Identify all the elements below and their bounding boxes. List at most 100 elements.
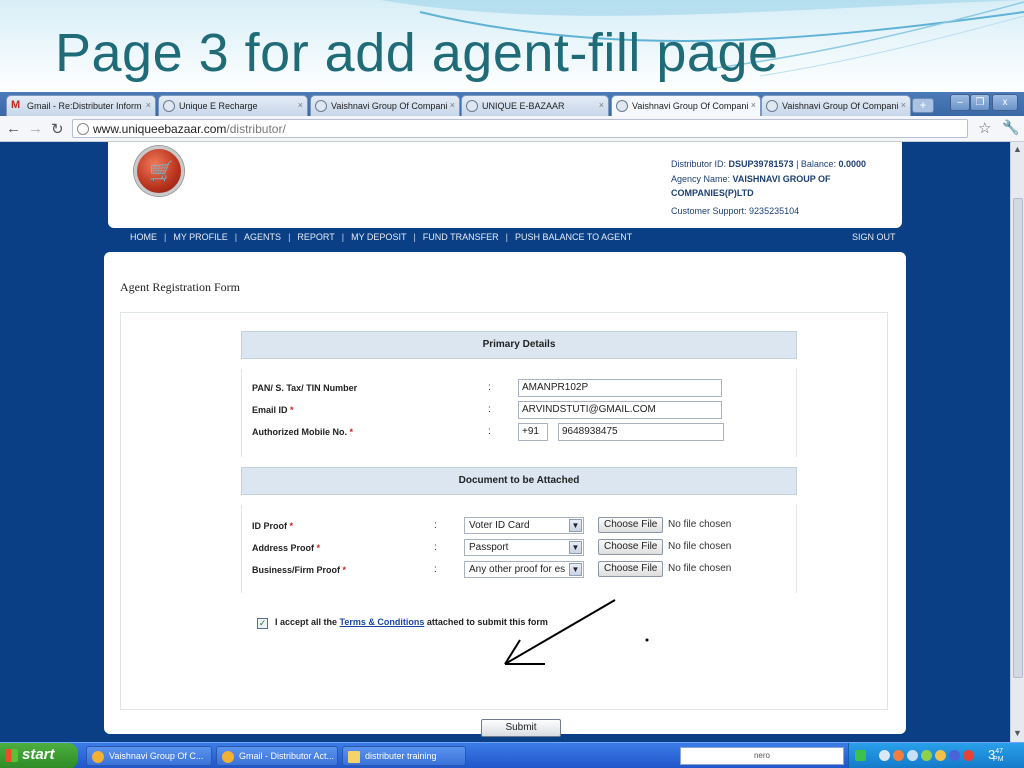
email-input[interactable]: ARVINDSTUTI@GMAIL.COM: [518, 401, 722, 419]
required-mark: *: [349, 427, 354, 437]
tray-app-icon[interactable]: [949, 750, 960, 761]
submit-button[interactable]: Submit: [481, 719, 561, 737]
tray-antivirus-icon[interactable]: [963, 750, 974, 761]
business-proof-choose-file-button[interactable]: Choose File: [598, 561, 664, 577]
tray-app-icon[interactable]: [907, 750, 918, 761]
url-host: www.uniqueebazaar.com: [93, 122, 227, 136]
wrench-icon[interactable]: 🔧: [1002, 119, 1019, 136]
taskbar-item-folder[interactable]: distributer training: [342, 746, 466, 766]
close-icon[interactable]: ×: [751, 100, 756, 110]
nav-fund-transfer[interactable]: FUND TRANSFER: [423, 232, 499, 242]
colon: :: [434, 520, 437, 531]
tab-unique-recharge[interactable]: Unique E Recharge ×: [158, 95, 308, 116]
nav-push-balance[interactable]: PUSH BALANCE TO AGENT: [515, 232, 632, 242]
tab-vaishnavi-2[interactable]: Vaishnavi Group Of Compani ×: [761, 95, 911, 116]
nav-my-deposit[interactable]: MY DEPOSIT: [351, 232, 406, 242]
pan-label: PAN/ S. Tax/ TIN Number: [252, 383, 358, 393]
tab-unique-ebazaar[interactable]: UNIQUE E-BAZAAR ×: [461, 95, 609, 116]
scrollbar-thumb[interactable]: [1013, 198, 1023, 678]
tab-gmail[interactable]: M Gmail - Re:Distributer Inform ×: [6, 95, 156, 116]
start-button[interactable]: start: [0, 743, 78, 768]
required-mark: *: [290, 405, 294, 415]
tray-arrow-icon[interactable]: [855, 750, 866, 761]
primary-details-section: PAN/ S. Tax/ TIN Number : AMANPR102P Ema…: [241, 369, 797, 457]
colon: :: [488, 382, 491, 393]
tab-label: Unique E Recharge: [179, 101, 258, 111]
documents-header: Document to be Attached: [241, 467, 797, 495]
nav-agents[interactable]: AGENTS: [244, 232, 281, 242]
scroll-up-icon[interactable]: ▲: [1013, 144, 1022, 154]
chrome-icon: [92, 751, 104, 763]
sign-out-link[interactable]: SIGN OUT: [852, 232, 896, 242]
tab-label: UNIQUE E-BAZAAR: [482, 101, 565, 111]
new-tab-button[interactable]: +: [912, 98, 934, 113]
bookmark-star-icon[interactable]: ☆: [978, 119, 991, 137]
support-phone: 9235235104: [749, 206, 800, 216]
agent-registration-card: Agent Registration Form Primary Details …: [104, 252, 906, 737]
chevron-down-icon: ▼: [569, 519, 582, 532]
nav-my-profile[interactable]: MY PROFILE: [173, 232, 227, 242]
mobile-input[interactable]: 9648938475: [558, 423, 724, 441]
close-icon[interactable]: ×: [298, 100, 303, 110]
id-proof-select[interactable]: Voter ID Card ▼: [464, 517, 584, 534]
back-arrow-icon[interactable]: ←: [6, 120, 21, 137]
globe-icon: [766, 100, 778, 112]
site-header: 🛒 Distributor ID: DSUP39781573 | Balance…: [108, 142, 902, 228]
email-label-text: Email ID: [252, 405, 288, 415]
close-icon[interactable]: ×: [901, 100, 906, 110]
nero-label: nero: [753, 751, 770, 760]
business-proof-select[interactable]: Any other proof for es ▼: [464, 561, 584, 578]
nero-search-box[interactable]: nero: [680, 747, 844, 765]
tray-app-icon[interactable]: [935, 750, 946, 761]
vertical-scrollbar[interactable]: ▲ ▼: [1010, 142, 1024, 742]
close-icon[interactable]: ×: [599, 100, 604, 110]
colon: :: [434, 564, 437, 575]
address-bar[interactable]: www.uniqueebazaar.com/distributor/: [72, 119, 968, 138]
mobile-label-text: Authorized Mobile No.: [252, 427, 347, 437]
pan-input[interactable]: AMANPR102P: [518, 379, 722, 397]
close-window-button[interactable]: x: [992, 94, 1018, 111]
tab-vaishnavi-1[interactable]: Vaishnavi Group Of Compani ×: [310, 95, 460, 116]
tab-strip: M Gmail - Re:Distributer Inform × Unique…: [0, 92, 1024, 116]
chrome-icon: [222, 751, 234, 763]
taskbar-item-gmail[interactable]: Gmail - Distributor Act...: [216, 746, 338, 766]
site-logo[interactable]: 🛒: [134, 146, 184, 196]
id-proof-label-text: ID Proof: [252, 521, 287, 531]
clock[interactable]: 347PM: [988, 747, 1014, 763]
close-icon[interactable]: ×: [146, 100, 151, 110]
globe-icon: [466, 100, 478, 112]
terms-checkbox[interactable]: ✓: [257, 618, 268, 629]
nav-report[interactable]: REPORT: [297, 232, 334, 242]
restore-button[interactable]: ❐: [970, 94, 990, 111]
minimize-button[interactable]: –: [950, 94, 970, 111]
reload-icon[interactable]: ↻: [51, 120, 64, 138]
globe-icon: [315, 100, 327, 112]
id-proof-file-status: No file chosen: [668, 519, 732, 530]
address-proof-choose-file-button[interactable]: Choose File: [598, 539, 664, 555]
colon: :: [488, 404, 491, 415]
required-mark: *: [316, 543, 321, 553]
page-viewport: 🛒 Distributor ID: DSUP39781573 | Balance…: [0, 142, 1010, 742]
address-proof-select[interactable]: Passport ▼: [464, 539, 584, 556]
balance-value: 0.0000: [838, 159, 866, 169]
taskbar-item-vaishnavi[interactable]: Vaishnavi Group Of C...: [86, 746, 212, 766]
nav-home[interactable]: HOME: [130, 232, 157, 242]
form-body: Primary Details PAN/ S. Tax/ TIN Number …: [120, 312, 888, 737]
tab-vaishnavi-active[interactable]: Vaishnavi Group Of Compani ×: [611, 95, 761, 116]
forward-arrow-icon[interactable]: →: [28, 120, 43, 137]
colon: :: [488, 426, 491, 437]
scroll-down-icon[interactable]: ▼: [1013, 728, 1022, 738]
tray-app-icon[interactable]: [921, 750, 932, 761]
id-proof-choose-file-button[interactable]: Choose File: [598, 517, 664, 533]
page-info-icon[interactable]: [77, 123, 89, 135]
address-proof-label: Address Proof *: [252, 543, 320, 553]
terms-link[interactable]: Terms & Conditions: [340, 617, 425, 627]
tab-label: Vaishnavi Group Of Compani: [782, 101, 899, 111]
tray-network-icon[interactable]: [879, 750, 890, 761]
id-proof-label: ID Proof *: [252, 521, 293, 531]
mobile-code-input[interactable]: +91: [518, 423, 548, 441]
address-proof-value: Passport: [469, 542, 509, 553]
terms-suffix: attached to submit this form: [424, 617, 548, 627]
tray-app-icon[interactable]: [893, 750, 904, 761]
close-icon[interactable]: ×: [450, 100, 455, 110]
